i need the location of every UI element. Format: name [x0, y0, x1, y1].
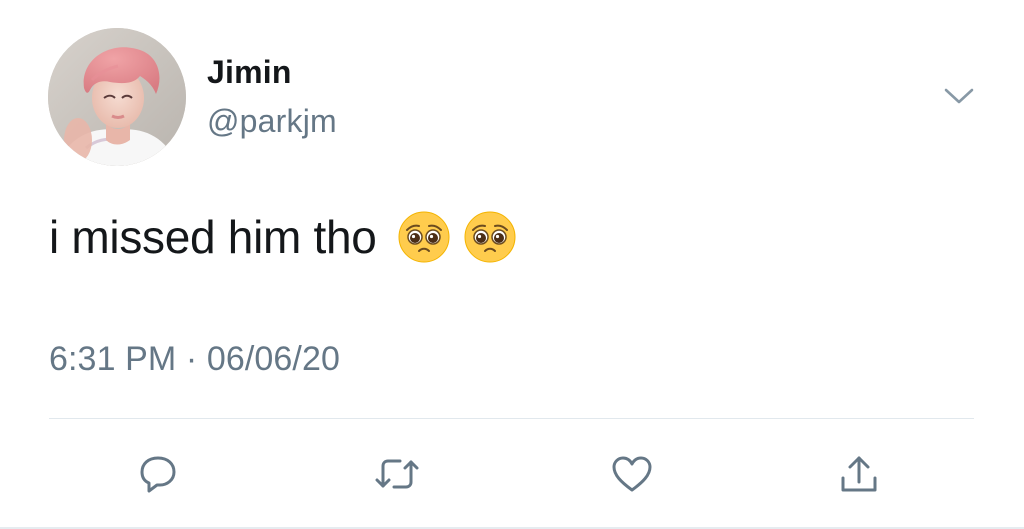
tweet-text: i missed him tho: [49, 210, 517, 264]
reply-icon: [140, 456, 176, 493]
retweet-button[interactable]: [369, 446, 425, 502]
display-name[interactable]: Jimin: [207, 54, 292, 91]
avatar-photo: [48, 28, 186, 166]
share-icon: [841, 456, 877, 492]
tweet-text-body: i missed him tho: [49, 211, 377, 263]
divider: [49, 418, 974, 419]
tweet-detail: Jimin @parkjm i missed him tho 6:31 PM ·…: [0, 0, 1024, 529]
heart-icon: [612, 456, 652, 492]
pleading-face-emoji: [397, 210, 451, 264]
retweet-icon: [375, 459, 419, 489]
tweet-timestamp[interactable]: 6:31 PM · 06/06/20: [49, 340, 340, 379]
share-button[interactable]: [831, 446, 887, 502]
chevron-down-icon[interactable]: [943, 82, 975, 110]
pleading-face-emoji: [463, 210, 517, 264]
like-button[interactable]: [604, 446, 660, 502]
avatar[interactable]: [48, 28, 186, 166]
reply-button[interactable]: [130, 446, 186, 502]
username-handle[interactable]: @parkjm: [207, 103, 337, 140]
action-bar: [0, 446, 1024, 502]
